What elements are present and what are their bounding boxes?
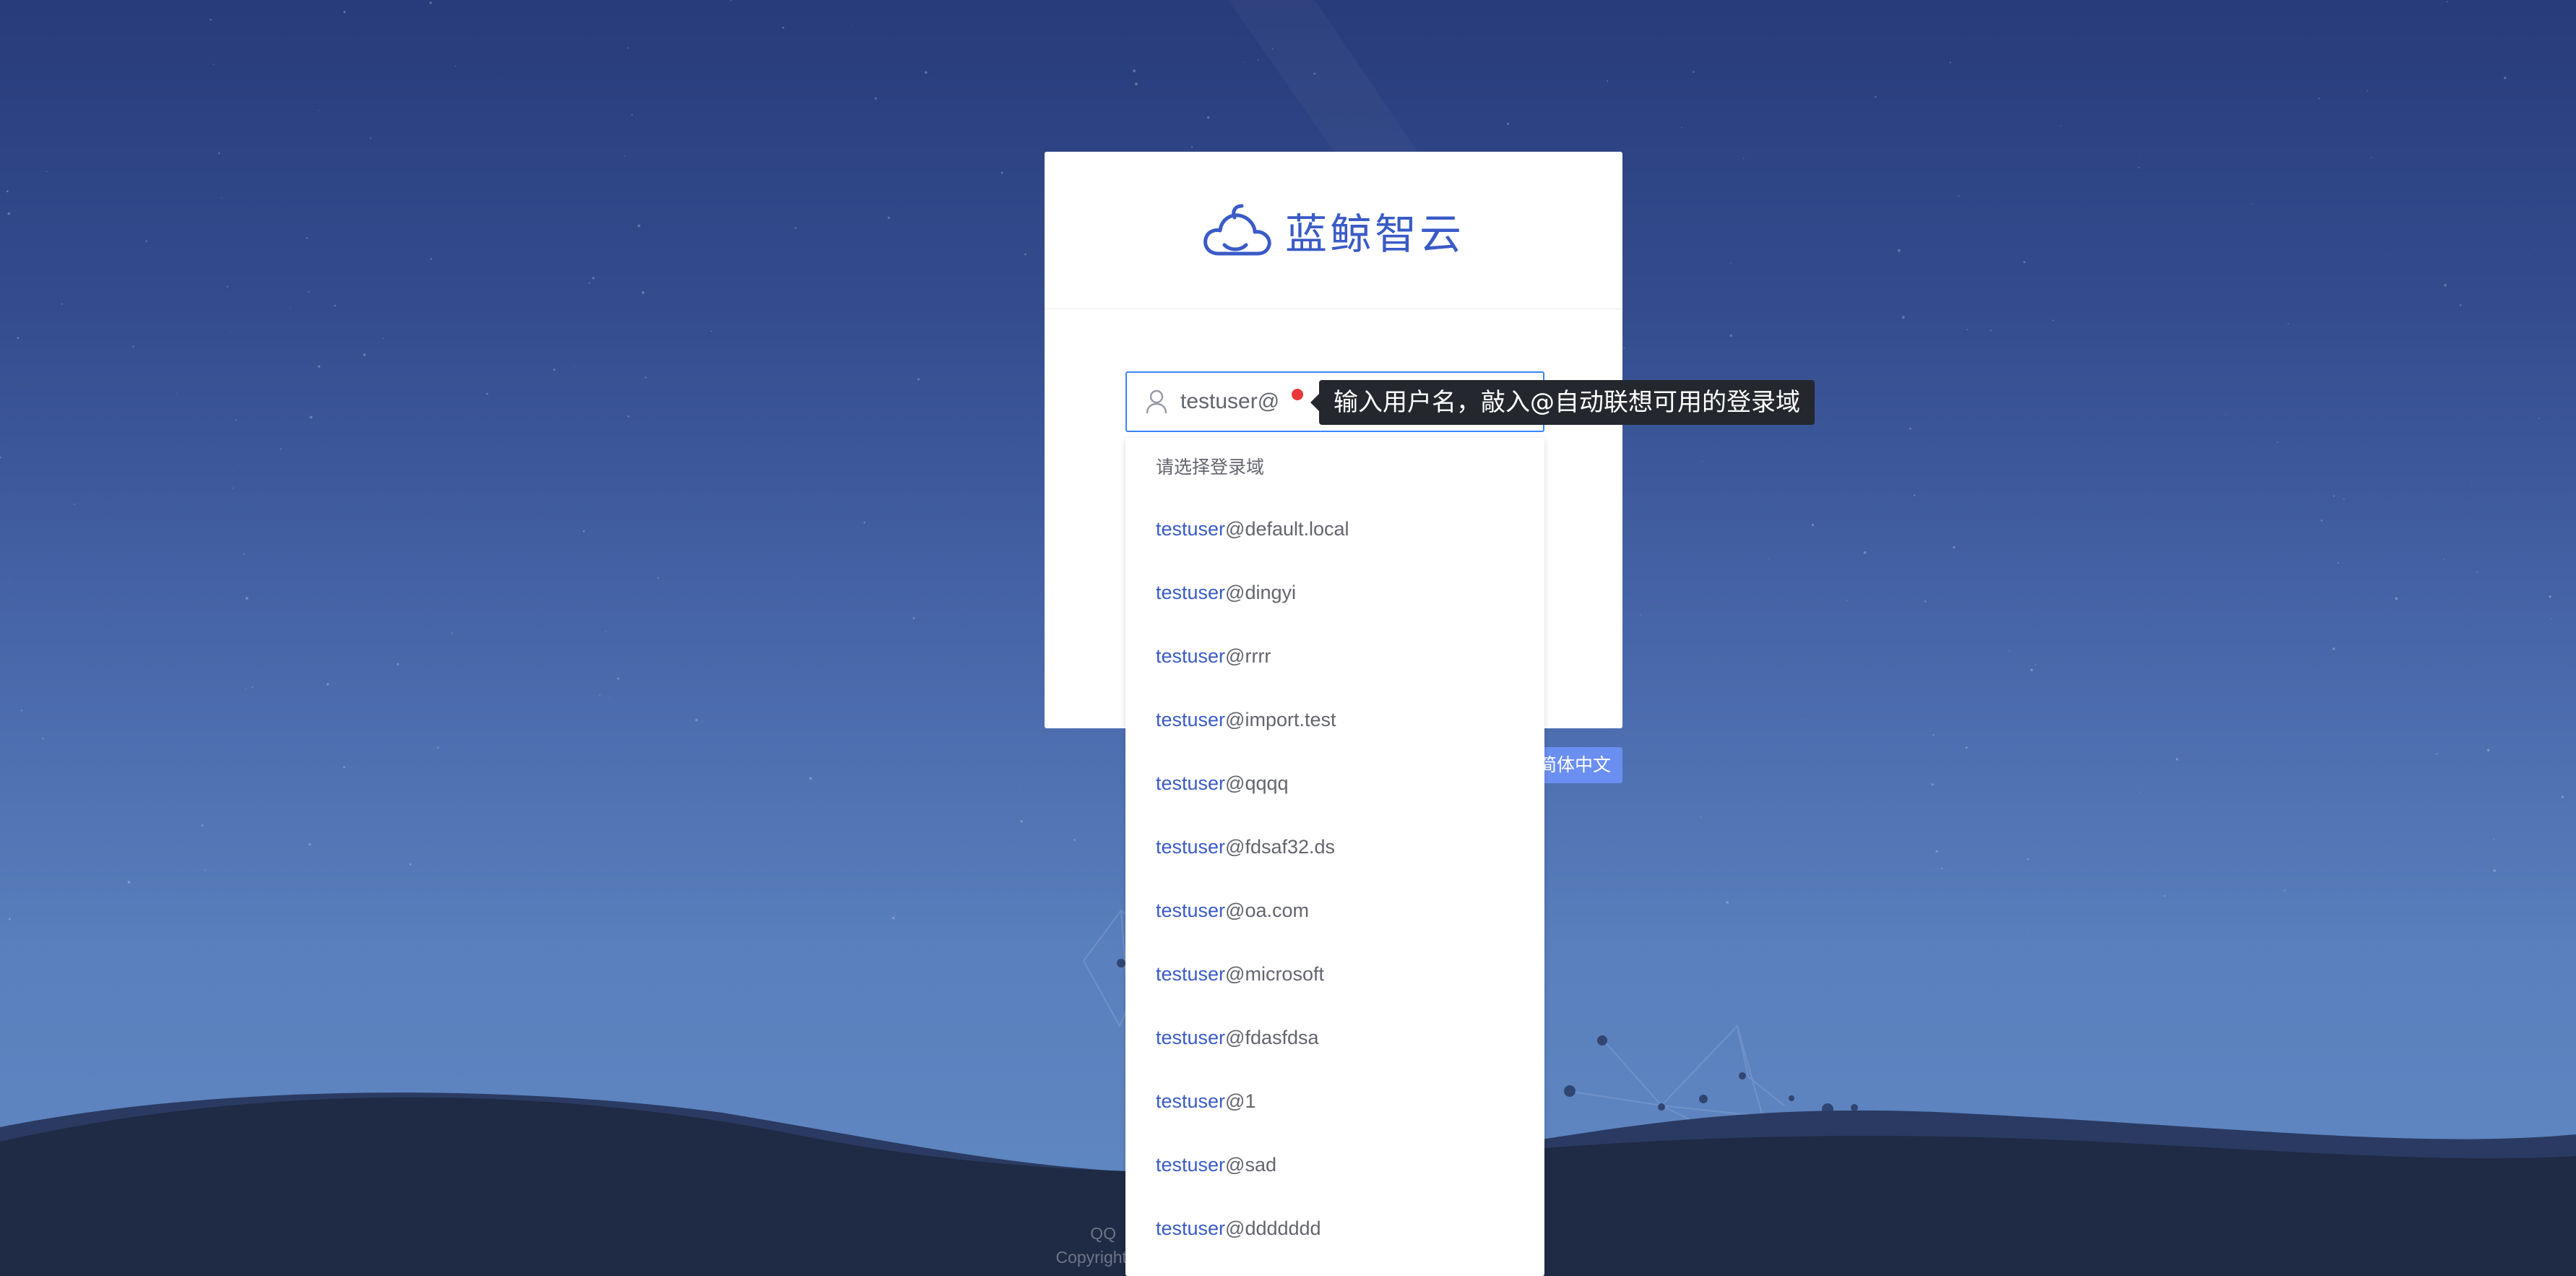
footer-link[interactable]: QQ [1090,1224,1116,1243]
cloud-logo-icon [1203,204,1271,255]
dropdown-title: 请选择登录域 [1156,457,1265,478]
brand-logo: 蓝鲸智云 [1203,200,1464,261]
domain-option[interactable]: testuser@microsoft [1125,942,1544,1006]
domain-option[interactable]: testuser@rrrr [1125,624,1544,688]
domain-option[interactable]: testuser@oa.com [1125,879,1544,942]
domain-option[interactable]: testuser@ddddddd [1125,1197,1544,1260]
domain-option[interactable]: testuser@fdsaf32.ds [1125,815,1544,879]
domain-option[interactable]: testuser@default.local [1125,497,1544,561]
domain-option-list: testuser@default.local testuser@dingyi t… [1125,497,1544,1260]
domain-dropdown: 请选择登录域 testuser@default.local testuser@d… [1125,438,1544,1276]
domain-option[interactable]: testuser@dingyi [1125,561,1544,624]
required-indicator [1292,389,1303,400]
domain-option[interactable]: testuser@sad [1125,1133,1544,1197]
card-header: 蓝鲸智云 [1045,152,1622,309]
username-tooltip: 输入用户名，敲入@自动联想可用的登录域 [1310,380,1815,425]
domain-option[interactable]: testuser@1 [1125,1069,1544,1133]
username-value: testuser@ [1180,389,1280,413]
domain-option[interactable]: testuser@qqqq [1125,751,1544,815]
user-icon [1146,389,1167,414]
brand-name: 蓝鲸智云 [1284,209,1464,259]
domain-option[interactable]: testuser@fdasfdsa [1125,1006,1544,1069]
domain-option[interactable]: testuser@import.test [1125,688,1544,751]
